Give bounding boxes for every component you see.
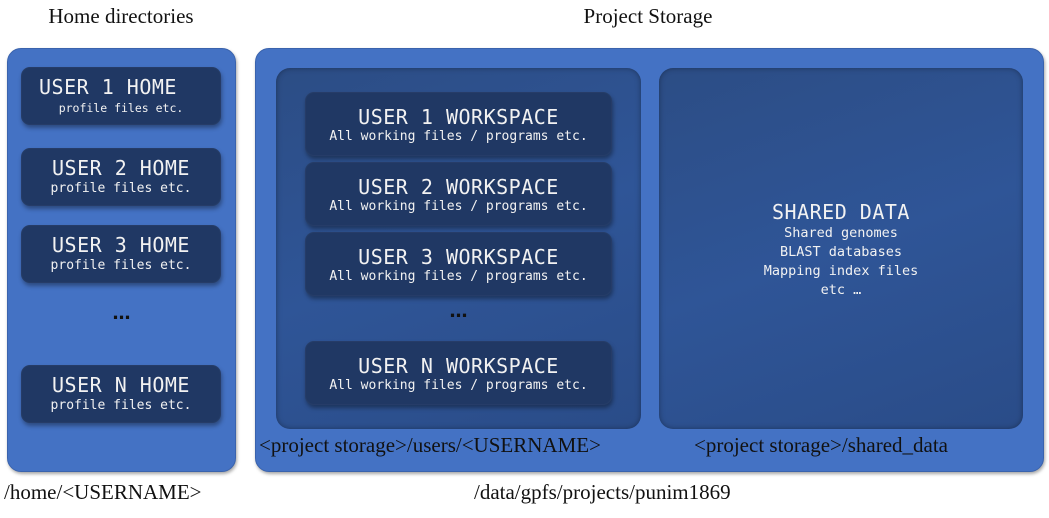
home-box-subtitle: profile files etc. [58, 101, 184, 115]
workspace-box-title: USER 1 WORKSPACE [358, 105, 559, 129]
home-path-label: /home/<USERNAME> [4, 480, 202, 504]
user-2-home-box: USER 2 HOME profile files etc. [21, 148, 221, 206]
project-path-label: /data/gpfs/projects/punim1869 [474, 480, 731, 504]
home-box-subtitle: profile files etc. [50, 398, 192, 413]
workspace-box-title: USER 3 WORKSPACE [358, 245, 559, 269]
project-storage-panel: USER 1 WORKSPACE All working files / pro… [255, 48, 1044, 472]
workspace-box-subtitle: All working files / programs etc. [329, 378, 588, 393]
workspace-box-title: USER N WORKSPACE [358, 354, 559, 378]
home-directories-heading: Home directories [48, 4, 194, 28]
workspace-box-subtitle: All working files / programs etc. [329, 269, 588, 284]
user-n-workspace-box: USER N WORKSPACE All working files / pro… [305, 341, 612, 405]
users-path-label: <project storage>/users/<USERNAME> [259, 433, 601, 457]
shared-data-area: SHARED DATA Shared genomes BLAST databas… [659, 68, 1023, 429]
users-workspace-area: USER 1 WORKSPACE All working files / pro… [276, 68, 641, 429]
home-box-title: USER 2 HOME [52, 156, 190, 180]
user-n-home-box: USER N HOME profile files etc. [21, 365, 221, 423]
workspace-box-title: USER 2 WORKSPACE [358, 175, 559, 199]
shared-data-line: Shared genomes [784, 225, 898, 241]
shared-data-line: Mapping index files [763, 263, 919, 279]
shared-path-label: <project storage>/shared_data [694, 433, 948, 457]
project-storage-heading: Project Storage [583, 4, 713, 28]
user-1-workspace-box: USER 1 WORKSPACE All working files / pro… [305, 92, 612, 156]
user-2-workspace-box: USER 2 WORKSPACE All working files / pro… [305, 162, 612, 226]
workspace-box-subtitle: All working files / programs etc. [329, 129, 588, 144]
home-ellipsis: … [112, 303, 131, 324]
user-1-home-box: USER 1 HOME profile files etc. [21, 67, 221, 125]
home-box-title: USER 1 HOME [39, 75, 177, 99]
user-3-home-box: USER 3 HOME profile files etc. [21, 225, 221, 283]
workspace-box-subtitle: All working files / programs etc. [329, 199, 588, 214]
home-box-subtitle: profile files etc. [50, 258, 192, 273]
shared-data-line: etc … [820, 282, 862, 298]
workspace-ellipsis: … [449, 301, 468, 322]
user-3-workspace-box: USER 3 WORKSPACE All working files / pro… [305, 232, 612, 296]
shared-data-title: SHARED DATA [772, 200, 910, 224]
home-box-title: USER N HOME [52, 373, 190, 397]
home-box-title: USER 3 HOME [52, 233, 190, 257]
home-directories-panel: USER 1 HOME profile files etc. USER 2 HO… [7, 48, 236, 472]
shared-data-text: SHARED DATA Shared genomes BLAST databas… [659, 200, 1023, 300]
home-box-subtitle: profile files etc. [50, 181, 192, 196]
shared-data-line: BLAST databases [780, 244, 902, 260]
